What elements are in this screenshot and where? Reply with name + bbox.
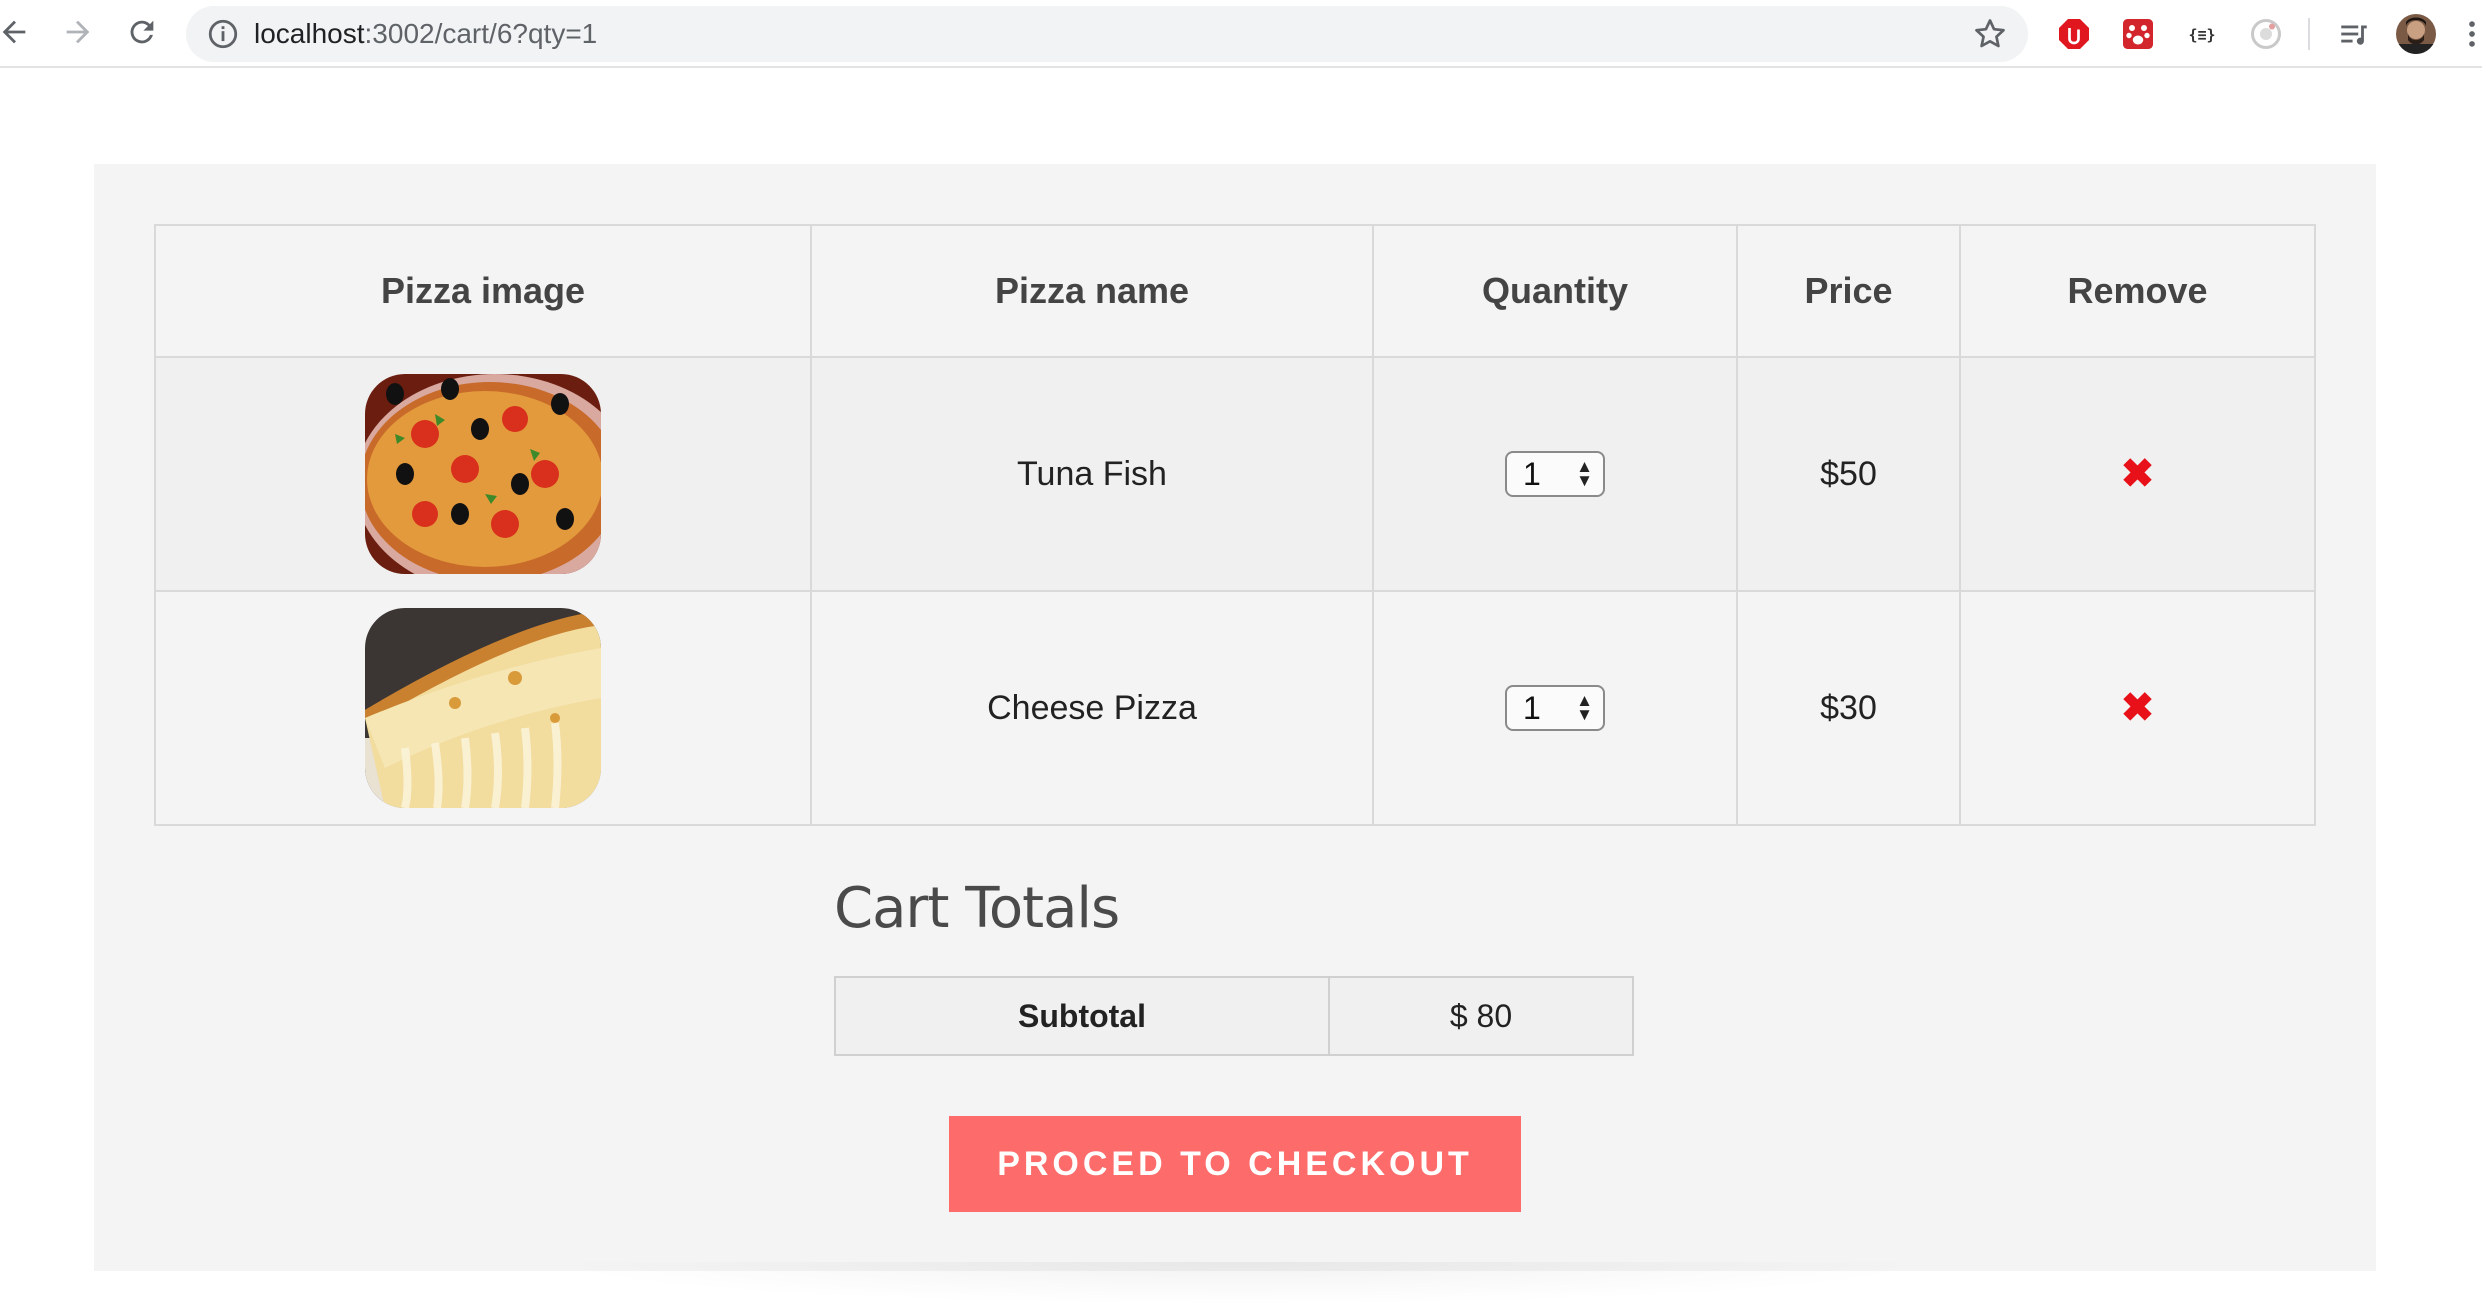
reload-icon[interactable] xyxy=(120,10,164,54)
remove-cell: ✖ xyxy=(1959,356,2316,592)
spinner-arrows-icon[interactable]: ▲ ▼ xyxy=(1576,692,1593,723)
paw-extension-icon[interactable] xyxy=(2118,14,2158,54)
cart-header-row: Pizza image Pizza name Quantity Price Re… xyxy=(154,224,2316,358)
browser-toolbar: localhost:3002/cart/6?qty=1 {≡} xyxy=(0,0,2482,68)
pizza-image-cell xyxy=(154,356,812,592)
cart-panel: Pizza image Pizza name Quantity Price Re… xyxy=(94,164,2376,1271)
quantity-cell: 1 ▲ ▼ xyxy=(1372,356,1738,592)
quantity-value: 1 xyxy=(1523,689,1541,726)
json-extension-icon[interactable]: {≡} xyxy=(2182,14,2222,54)
table-row: Tuna Fish 1 ▲ ▼ $50 ✖ xyxy=(154,356,2316,592)
url-host: localhost xyxy=(254,18,365,49)
circle-extension-icon[interactable] xyxy=(2246,14,2286,54)
cart-totals-table: Subtotal $ 80 xyxy=(834,976,1634,1056)
cheese-pizza-slice-image xyxy=(365,608,601,808)
pizza-price: $30 xyxy=(1736,590,1961,826)
checkout-button[interactable]: PROCED TO CHECKOUT xyxy=(949,1116,1521,1212)
remove-icon[interactable]: ✖ xyxy=(2121,452,2155,496)
info-icon[interactable] xyxy=(206,17,240,51)
toolbar-divider xyxy=(2308,18,2310,50)
pizza-price: $50 xyxy=(1736,356,1961,592)
header-pizza-image: Pizza image xyxy=(154,224,812,358)
header-quantity: Quantity xyxy=(1372,224,1738,358)
pizza-topped-image xyxy=(365,374,601,574)
subtotal-value: $ 80 xyxy=(1328,976,1634,1056)
footer-shadow xyxy=(540,1262,1940,1305)
pizza-name: Cheese Pizza xyxy=(810,590,1374,826)
url-path: :3002/cart/6?qty=1 xyxy=(364,18,598,49)
spinner-arrows-icon[interactable]: ▲ ▼ xyxy=(1576,458,1593,489)
quantity-cell: 1 ▲ ▼ xyxy=(1372,590,1738,826)
header-price: Price xyxy=(1736,224,1961,358)
remove-cell: ✖ xyxy=(1959,590,2316,826)
pizza-image-cell xyxy=(154,590,812,826)
header-pizza-name: Pizza name xyxy=(810,224,1374,358)
quantity-stepper[interactable]: 1 ▲ ▼ xyxy=(1505,685,1605,731)
back-arrow-icon[interactable] xyxy=(0,10,36,54)
cart-table: Pizza image Pizza name Quantity Price Re… xyxy=(154,224,2316,826)
cart-totals-title: Cart Totals xyxy=(834,876,1120,941)
media-queue-icon[interactable] xyxy=(2334,14,2374,54)
subtotal-label: Subtotal xyxy=(834,976,1330,1056)
pizza-name: Tuna Fish xyxy=(810,356,1374,592)
remove-icon[interactable]: ✖ xyxy=(2121,686,2155,730)
bookmark-star-icon[interactable] xyxy=(1972,16,2008,52)
quantity-value: 1 xyxy=(1523,455,1541,492)
svg-text:{≡}: {≡} xyxy=(2188,26,2215,44)
profile-avatar[interactable] xyxy=(2396,14,2436,54)
header-remove: Remove xyxy=(1959,224,2316,358)
forward-arrow-icon[interactable] xyxy=(56,10,100,54)
address-bar[interactable]: localhost:3002/cart/6?qty=1 xyxy=(186,6,2028,62)
quantity-stepper[interactable]: 1 ▲ ▼ xyxy=(1505,451,1605,497)
subtotal-row: Subtotal $ 80 xyxy=(834,976,1634,1056)
overflow-icon[interactable] xyxy=(2452,14,2482,54)
url-text[interactable]: localhost:3002/cart/6?qty=1 xyxy=(254,6,597,62)
table-row: Cheese Pizza 1 ▲ ▼ $30 ✖ xyxy=(154,590,2316,826)
stop-extension-icon[interactable] xyxy=(2054,14,2094,54)
